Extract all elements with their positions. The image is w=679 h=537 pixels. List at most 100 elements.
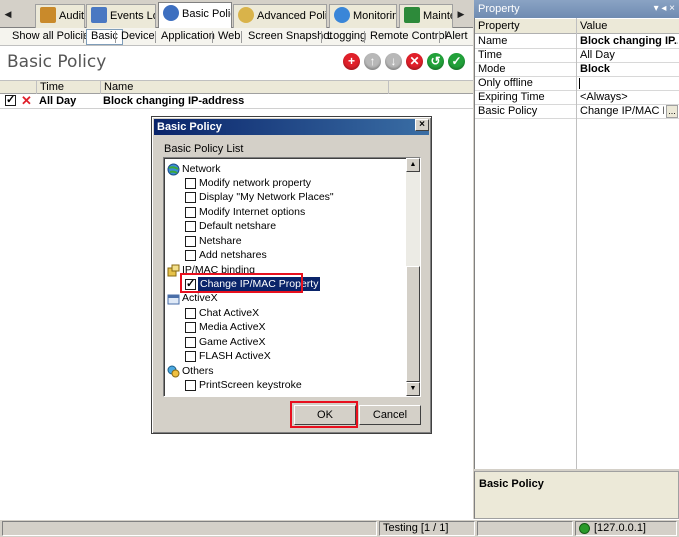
policy-item-label[interactable]: Netshare [199, 234, 242, 248]
checkbox-modify-network-property[interactable] [185, 178, 196, 189]
scroll-up-button[interactable]: ▲ [406, 158, 420, 172]
advanced-policy-icon [238, 7, 254, 24]
property-name: Mode [478, 63, 506, 75]
blocked-status-icon: ✕ [21, 93, 32, 108]
monitoring-icon [334, 7, 350, 24]
scroll-down-button[interactable]: ▼ [406, 382, 420, 396]
property-name: Basic Policy [478, 105, 538, 117]
property-grid-header: Property Value [475, 19, 679, 34]
tab-basic-policy[interactable]: Basic Policy [158, 2, 232, 29]
delete-policy-button[interactable]: ✕ [406, 53, 423, 70]
property-row-basic-policy[interactable]: Basic Policy Change IP/MAC Prope ... [475, 105, 679, 119]
tab-advanced-policy[interactable]: Advanced Policy [233, 4, 327, 28]
dialog-close-button[interactable]: × [415, 119, 429, 131]
tab-monitoring[interactable]: Monitoring [329, 4, 397, 28]
policy-item-label[interactable]: Game ActiveX [199, 335, 266, 349]
page-title: Basic Policy [7, 52, 107, 72]
checkbox-netshare[interactable] [185, 236, 196, 247]
tab-events-log[interactable]: Events Log [86, 4, 156, 28]
checkbox-default-netshare[interactable] [185, 221, 196, 232]
divider [212, 31, 213, 43]
property-name: Time [478, 49, 503, 61]
dialog-title-bar[interactable]: Basic Policy [154, 119, 429, 135]
column-header-name[interactable]: Name [100, 81, 388, 94]
policy-tree-list[interactable]: Network Modify network property Display … [163, 157, 421, 397]
checkbox-modify-internet-options[interactable] [185, 207, 196, 218]
group-ip-mac-binding[interactable]: IP/MAC binding [182, 263, 255, 277]
checkbox-add-netshares[interactable] [185, 250, 196, 261]
group-others[interactable]: Others [182, 364, 214, 378]
move-down-button[interactable]: ↓ [385, 53, 402, 70]
status-server: [127.0.0.1] [575, 521, 677, 536]
basic-policy-dialog: Basic Policy × Basic Policy List Network… [151, 116, 432, 434]
tab-scroll-left-icon[interactable]: ◀ [2, 6, 14, 22]
checkbox-printscreen-keystroke[interactable] [185, 380, 196, 391]
property-panel-title: Property [478, 3, 520, 15]
checkbox-flash-activex[interactable] [185, 351, 196, 362]
policy-item-label-selected[interactable]: Change IP/MAC Property [198, 277, 321, 291]
ok-button[interactable]: OK [294, 405, 356, 425]
property-value[interactable]: All Day [580, 49, 678, 62]
subtab-alert[interactable]: Alert [441, 29, 472, 45]
close-icon: × [419, 119, 425, 130]
property-description: Basic Policy [474, 471, 679, 519]
property-name: Only offline [478, 77, 533, 89]
policy-grid-header: Time Name [0, 80, 473, 94]
ip-mac-binding-icon [167, 264, 180, 277]
policy-item-label[interactable]: Add netshares [199, 248, 267, 262]
property-row-only-offline[interactable]: Only offline [475, 77, 679, 91]
subtab-application[interactable]: Application [157, 29, 219, 45]
property-value[interactable]: <Always> [580, 91, 678, 104]
server-address: [127.0.0.1] [594, 522, 646, 534]
tab-scroll-right-icon[interactable]: ▶ [455, 6, 467, 22]
policy-item-label[interactable]: Default netshare [199, 219, 276, 233]
property-row-time[interactable]: Time All Day [475, 49, 679, 63]
subtab-device[interactable]: Device [117, 29, 159, 45]
column-header-time[interactable]: Time [36, 81, 100, 94]
property-row-expiring-time[interactable]: Expiring Time <Always> [475, 91, 679, 105]
policy-item-label[interactable]: Media ActiveX [199, 320, 266, 334]
group-activex[interactable]: ActiveX [182, 291, 218, 305]
checkbox-game-activex[interactable] [185, 337, 196, 348]
tab-audit[interactable]: Audit [35, 4, 85, 28]
policy-item-label[interactable]: Chat ActiveX [199, 306, 259, 320]
property-panel-title-bar[interactable]: Property ▾ ◂ × [474, 0, 679, 18]
undo-button[interactable]: ↺ [427, 53, 444, 70]
list-scrollbar[interactable]: ▲ ▼ [406, 158, 420, 396]
scroll-thumb[interactable] [406, 266, 420, 382]
policy-item-label[interactable]: Modify network property [199, 176, 311, 190]
property-row-name[interactable]: Name Block changing IP... [475, 35, 679, 49]
property-value[interactable]: Block changing IP... [580, 35, 678, 48]
subtab-show-all-policies[interactable]: Show all Policies [8, 29, 99, 45]
status-panel-empty [477, 521, 573, 536]
table-row[interactable]: ✕ All Day Block changing IP-address [0, 93, 473, 109]
maintenance-icon [404, 7, 420, 24]
policy-item-label[interactable]: PrintScreen keystroke [199, 378, 302, 392]
property-value[interactable]: Change IP/MAC Prope [580, 105, 664, 118]
text-cursor [579, 78, 580, 89]
move-up-button[interactable]: ↑ [364, 53, 381, 70]
apply-button[interactable]: ✓ [448, 53, 465, 70]
ellipsis-button[interactable]: ... [666, 105, 678, 118]
checkbox-media-activex[interactable] [185, 322, 196, 333]
subtab-web[interactable]: Web [214, 29, 244, 45]
checkbox-display-my-network-places[interactable] [185, 192, 196, 203]
divider [155, 31, 156, 43]
add-policy-button[interactable]: + [343, 53, 360, 70]
group-network[interactable]: Network [182, 162, 221, 176]
basic-policy-icon [163, 5, 179, 22]
property-row-mode[interactable]: Mode Block [475, 63, 679, 77]
property-value[interactable]: Block [580, 63, 678, 76]
cancel-button[interactable]: Cancel [359, 405, 421, 425]
checkbox-change-ip-mac-property[interactable] [185, 277, 196, 290]
policy-item-label[interactable]: FLASH ActiveX [199, 349, 271, 363]
checkbox-chat-activex[interactable] [185, 308, 196, 319]
panel-window-controls[interactable]: ▾ ◂ × [654, 0, 675, 18]
policy-item-label[interactable]: Display "My Network Places" [199, 190, 334, 204]
policy-item-label[interactable]: Modify Internet options [199, 205, 305, 219]
row-enable-checkbox[interactable] [5, 93, 16, 106]
network-globe-icon [167, 163, 180, 176]
server-status-icon [579, 523, 590, 534]
column-divider [576, 18, 577, 469]
tab-maintenance[interactable]: Maintenance [399, 4, 453, 28]
